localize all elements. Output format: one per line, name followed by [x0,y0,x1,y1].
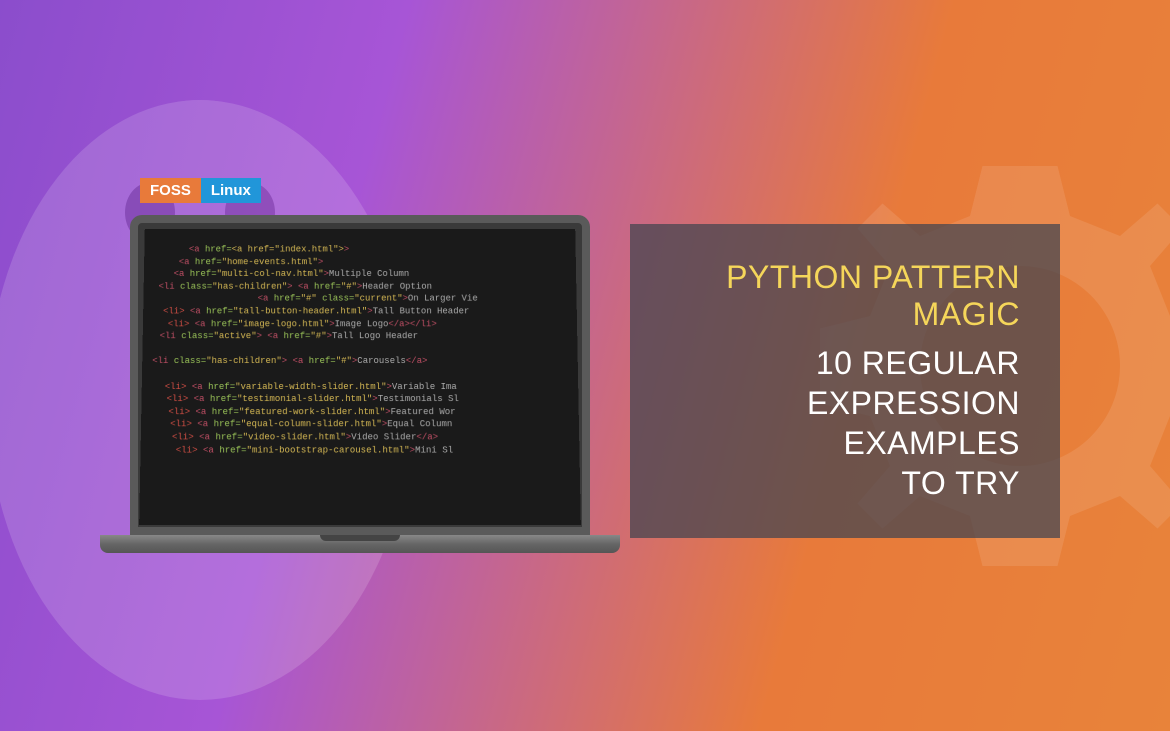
laptop-illustration: <a href=<a href="index.html">> <a href="… [130,215,590,553]
linux-label: Linux [201,178,261,203]
foss-linux-badge: FOSS Linux [140,178,261,203]
title-main: PYTHON PATTERN MAGIC [670,259,1020,333]
laptop-base [100,535,620,553]
laptop-screen: <a href=<a href="index.html">> <a href="… [130,215,590,535]
title-subtitle: 10 REGULAR EXPRESSION EXAMPLES TO TRY [670,343,1020,503]
foss-label: FOSS [140,178,201,203]
content-wrapper: FOSS Linux <a href=<a href="index.html">… [0,0,1170,731]
laptop-container: FOSS Linux <a href=<a href="index.html">… [110,178,610,553]
code-screen: <a href=<a href="index.html">> <a href="… [139,229,581,525]
title-box: PYTHON PATTERN MAGIC 10 REGULAR EXPRESSI… [630,224,1060,538]
